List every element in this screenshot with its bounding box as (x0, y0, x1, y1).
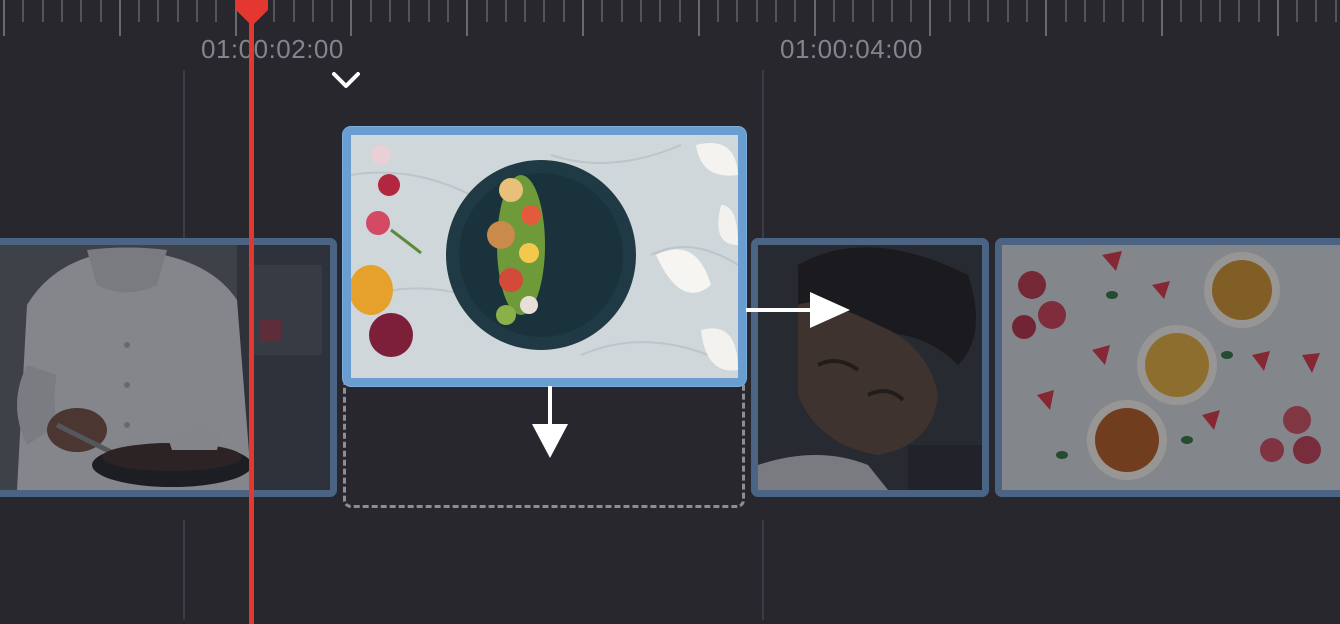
chef-cooking-clip[interactable] (0, 238, 337, 497)
clip-dim-overlay (1002, 245, 1340, 490)
chevron-down-icon (332, 72, 360, 88)
arrow-right-icon (746, 292, 850, 328)
clip-dim-overlay (758, 245, 982, 490)
timecode-label-1: 01:00:02:00 (201, 34, 344, 64)
playhead-line[interactable] (249, 0, 254, 624)
plated-dish-thumbnail (351, 135, 738, 378)
grid-line (183, 520, 185, 620)
chef-portrait-clip[interactable] (751, 238, 989, 497)
playhead-handle[interactable] (232, 0, 272, 30)
grid-line (762, 520, 764, 620)
grid-line (762, 70, 764, 240)
timeline-editor: 01:00:02:00 01:00:04:00 (0, 0, 1340, 624)
arrow-down-icon (532, 386, 568, 458)
grid-line (183, 70, 185, 250)
creme-brulee-clip[interactable] (995, 238, 1340, 497)
timecode-label-2: 01:00:04:00 (780, 34, 923, 64)
clip-dim-overlay (0, 245, 330, 490)
plated-dish-clip[interactable] (343, 127, 746, 386)
